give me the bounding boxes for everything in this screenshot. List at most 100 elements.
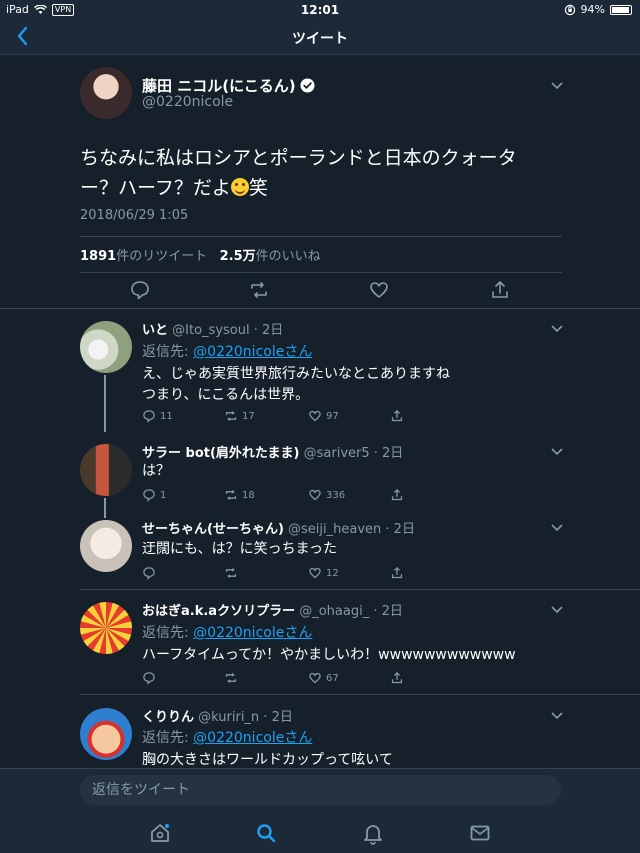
divider <box>0 308 640 309</box>
share-action[interactable] <box>390 488 404 502</box>
reply-author-handle: @sariver5 · 2日 <box>303 446 404 461</box>
chevron-down-icon[interactable] <box>550 447 564 457</box>
reply-icon <box>143 672 155 685</box>
retweet-action[interactable] <box>224 566 242 580</box>
divider <box>80 236 562 237</box>
reply-text-line: え、じゃあ実質世界旅行みたいなとこありますね <box>142 366 450 382</box>
reply-action[interactable]: 11 <box>142 409 173 423</box>
reply-author-name: せーちゃん(せーちゃん) <box>142 522 284 537</box>
likes-label: 件のいいね <box>255 249 321 264</box>
mention-link[interactable]: @0220nicoleさん <box>193 344 312 360</box>
nav-bar: ツイート <box>0 20 640 55</box>
share-action[interactable] <box>390 566 404 580</box>
tweet-text-line-1: ちなみに私はロシアとポーランドと日本のクォータ <box>80 147 517 169</box>
retweet-icon[interactable] <box>248 279 270 301</box>
reply-actions: 12 <box>142 566 542 584</box>
like-count: 12 <box>326 567 339 579</box>
verified-icon <box>300 78 315 93</box>
tweet-timestamp: 2018/06/29 1:05 <box>80 208 189 223</box>
mention-link[interactable]: @0220nicoleさん <box>193 730 312 746</box>
share-icon <box>391 567 403 579</box>
avatar[interactable] <box>80 67 132 119</box>
like-count: 67 <box>326 672 339 684</box>
reply-header[interactable]: せーちゃん(せーちゃん) @seiji_heaven · 2日 <box>142 518 415 537</box>
avatar[interactable] <box>80 520 132 572</box>
reply-action[interactable] <box>142 566 160 580</box>
reply-action[interactable]: 1 <box>142 488 166 502</box>
thread-line <box>104 498 106 518</box>
reply-icon <box>143 489 155 502</box>
share-action[interactable] <box>390 409 404 423</box>
like-action[interactable]: 67 <box>308 671 339 685</box>
retweet-action[interactable]: 17 <box>224 409 255 423</box>
like-count: 336 <box>326 489 346 501</box>
reply-actions: 1 18 336 <box>142 488 542 506</box>
retweet-action[interactable] <box>224 671 242 685</box>
retweets-label: 件のリツイート <box>116 249 208 264</box>
tweet-text-line-2: ー？ハーフ？だよ笑 <box>80 173 570 203</box>
reply-author-name: サラー bot(肩外れたまま) <box>142 446 300 461</box>
reply-header[interactable]: くりりん @kuriri_n · 2日 <box>142 706 293 725</box>
messages-icon[interactable] <box>468 821 492 845</box>
author-name-row[interactable]: 藤田 ニコル(にこるん) <box>142 75 315 96</box>
reply-count: 11 <box>160 410 173 422</box>
share-icon <box>391 489 403 501</box>
chevron-down-icon[interactable] <box>550 81 564 91</box>
reply-icon[interactable] <box>129 279 151 301</box>
share-action[interactable] <box>390 671 404 685</box>
retweet-stat[interactable]: 1891件のリツイート <box>80 249 207 264</box>
notifications-icon[interactable] <box>361 821 385 845</box>
reply-text-line: 胸の大きさはワールドカップって呟いて <box>142 752 393 768</box>
orientation-lock-icon <box>564 4 575 15</box>
chevron-down-icon[interactable] <box>550 324 564 334</box>
reply-count: 1 <box>160 489 167 501</box>
reply-header[interactable]: サラー bot(肩外れたまま) @sariver5 · 2日 <box>142 442 403 461</box>
like-action[interactable]: 12 <box>308 566 339 580</box>
retweet-icon <box>225 568 237 578</box>
reply-author-name: くりりん <box>142 710 195 725</box>
chevron-down-icon[interactable] <box>550 711 564 721</box>
like-action[interactable]: 336 <box>308 488 345 502</box>
tweet-text-after: 笑 <box>248 177 268 199</box>
home-icon[interactable] <box>148 821 172 845</box>
retweets-count: 1891 <box>80 249 117 264</box>
reply-input[interactable]: 返信をツイート <box>80 775 561 805</box>
reply-header[interactable]: おはぎa.k.aクソリプラー @_ohaagi_ · 2日 <box>142 600 403 619</box>
reply-author-name: おはぎa.k.aクソリプラー <box>142 604 296 619</box>
reply-bar: 返信をツイート <box>0 768 640 813</box>
heart-icon <box>309 672 321 684</box>
retweet-icon <box>225 411 237 421</box>
author-name[interactable]: 藤田 ニコル(にこるん) <box>142 75 296 96</box>
chevron-down-icon[interactable] <box>550 523 564 533</box>
tweet-actions <box>80 277 562 305</box>
search-icon[interactable] <box>254 821 278 845</box>
like-action[interactable]: 97 <box>308 409 339 423</box>
divider <box>80 272 562 273</box>
heart-icon <box>309 567 321 579</box>
reply-author-handle: @seiji_heaven · 2日 <box>288 522 415 537</box>
reply-text-line: は？ <box>142 463 170 479</box>
avatar[interactable] <box>80 321 132 373</box>
share-icon[interactable] <box>489 279 511 301</box>
retweet-count: 18 <box>242 489 255 501</box>
reply-action[interactable] <box>142 671 160 685</box>
retweet-icon <box>225 490 237 500</box>
retweet-action[interactable]: 18 <box>224 488 255 502</box>
reply-tweet[interactable]: くりりん @kuriri_n · 2日 返信先: @0220nicoleさん 胸… <box>0 700 640 768</box>
reply-to: 返信先: @0220nicoleさん <box>142 341 312 361</box>
author-handle[interactable]: @0220nicole <box>142 94 233 110</box>
mention-link[interactable]: @0220nicoleさん <box>193 625 312 641</box>
chevron-down-icon[interactable] <box>550 605 564 615</box>
page-title: ツイート <box>292 31 348 47</box>
avatar[interactable] <box>80 602 132 654</box>
reply-text-line: つまり、にこるんは世界。 <box>142 387 310 403</box>
like-stat[interactable]: 2.5万件のいいね <box>220 249 321 264</box>
reply-to: 返信先: @0220nicoleさん <box>142 622 312 642</box>
status-time: 12:01 <box>300 3 340 17</box>
avatar[interactable] <box>80 708 132 760</box>
like-count: 97 <box>326 410 339 422</box>
avatar[interactable] <box>80 444 132 496</box>
tab-bar <box>0 812 640 853</box>
reply-header[interactable]: いと @Ito_sysoul · 2日 <box>142 319 283 338</box>
heart-icon[interactable] <box>368 279 390 301</box>
